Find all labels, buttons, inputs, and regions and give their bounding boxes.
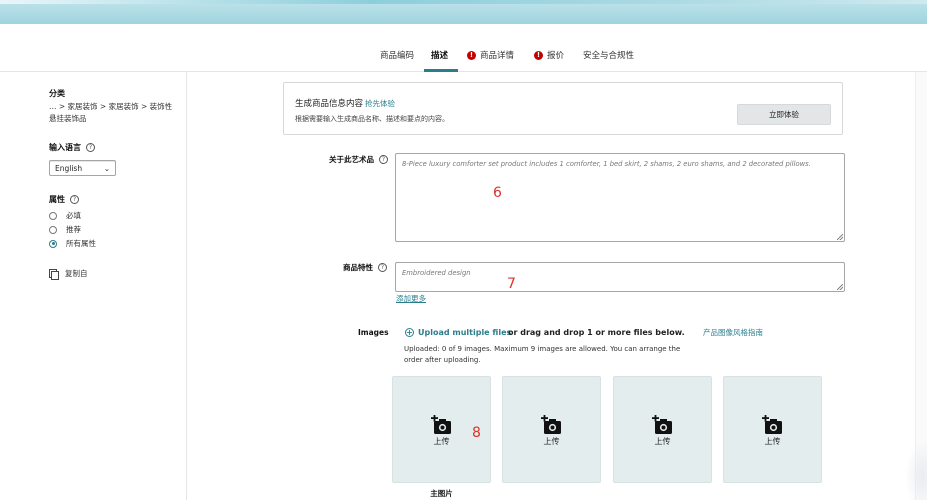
upload-multiple-files-link[interactable]: + Upload multiple files [405,328,511,337]
annotation-7: 7 [507,276,516,292]
upload-label: 上传 [654,437,671,446]
help-icon[interactable]: ? [378,263,387,272]
add-camera-icon [652,415,672,434]
attributes-heading: 属性? [49,194,79,205]
image-upload-tile[interactable]: 上传 [613,376,712,483]
chevron-down-icon: ⌄ [103,163,110,173]
tab-safety-compliance[interactable]: 安全与合规性 [583,46,634,64]
plus-circle-icon: + [405,327,414,337]
image-upload-tile[interactable]: 上传 [502,376,601,483]
about-textarea[interactable]: 8-Piece luxury comforter set product inc… [395,153,845,242]
scrollbar[interactable] [915,72,927,500]
alert-icon: ! [467,50,476,60]
copy-from-link[interactable]: 复制自 [49,268,88,280]
add-camera-icon [541,415,561,434]
language-select[interactable]: English ⌄ [49,160,116,176]
early-access-link[interactable]: 抢先体验 [365,99,395,108]
features-textarea[interactable]: Embroidered design [395,262,845,292]
category-breadcrumb[interactable]: … > 家居装饰 > 家居装饰 > 装饰性悬挂装饰品 [49,101,174,125]
tabs-bar: 商品编码 描述 ! 商品详情 ! 报价 安全与合规性 [0,24,927,72]
help-icon[interactable]: ? [86,143,95,152]
radio-icon [49,211,57,220]
try-now-button[interactable]: 立即体验 [737,104,831,125]
image-style-guide-link[interactable]: 产品图像风格指南 [703,327,763,338]
annotation-6: 6 [493,185,502,201]
sidebar [0,72,187,500]
generator-title: 生成商品信息内容 抢先体验 [295,99,396,109]
category-heading: 分类 [49,89,65,98]
tab-offer[interactable]: ! 报价 [534,46,564,64]
generator-description: 根据需要输入生成商品名称、描述和要点的内容。 [295,115,449,123]
about-label: 关于此艺术品? [329,154,388,165]
screen-glare [905,440,927,500]
radio-required[interactable]: 必填 [49,210,81,221]
content-generator-panel: 生成商品信息内容 抢先体验 根据需要输入生成商品名称、描述和要点的内容。 立即体验 [283,82,843,135]
help-icon[interactable]: ? [379,155,388,164]
add-camera-icon [762,415,782,434]
upload-note: Uploaded: 0 of 9 images. Maximum 9 image… [404,345,681,364]
radio-all-attributes[interactable]: 所有属性 [49,238,96,249]
add-more-link[interactable]: 添加更多 [396,293,426,304]
image-upload-tile[interactable]: 上传 [723,376,822,483]
radio-checked-icon [49,239,57,248]
browser-top-bar [0,0,927,24]
radio-recommended[interactable]: 推荐 [49,224,81,235]
tab-product-id[interactable]: 商品编码 [380,46,414,64]
main-image-label: 主图片 [430,489,453,498]
images-label: Images [358,328,389,337]
drag-drop-text: or drag and drop 1 or more files below. [508,328,685,337]
add-camera-icon [431,415,451,434]
tab-description[interactable]: 描述 [431,46,448,64]
annotation-8: 8 [472,425,481,441]
tab-product-details[interactable]: ! 商品详情 [467,46,514,64]
upload-label: 上传 [543,437,560,446]
copy-icon [49,268,59,280]
resize-handle[interactable] [837,284,843,290]
upload-label: 上传 [764,437,781,446]
alert-icon: ! [534,50,543,60]
language-heading: 输入语言? [49,142,95,153]
features-label: 商品特性? [343,262,387,273]
resize-handle[interactable] [837,234,843,240]
help-icon[interactable]: ? [70,195,79,204]
radio-icon [49,225,57,234]
